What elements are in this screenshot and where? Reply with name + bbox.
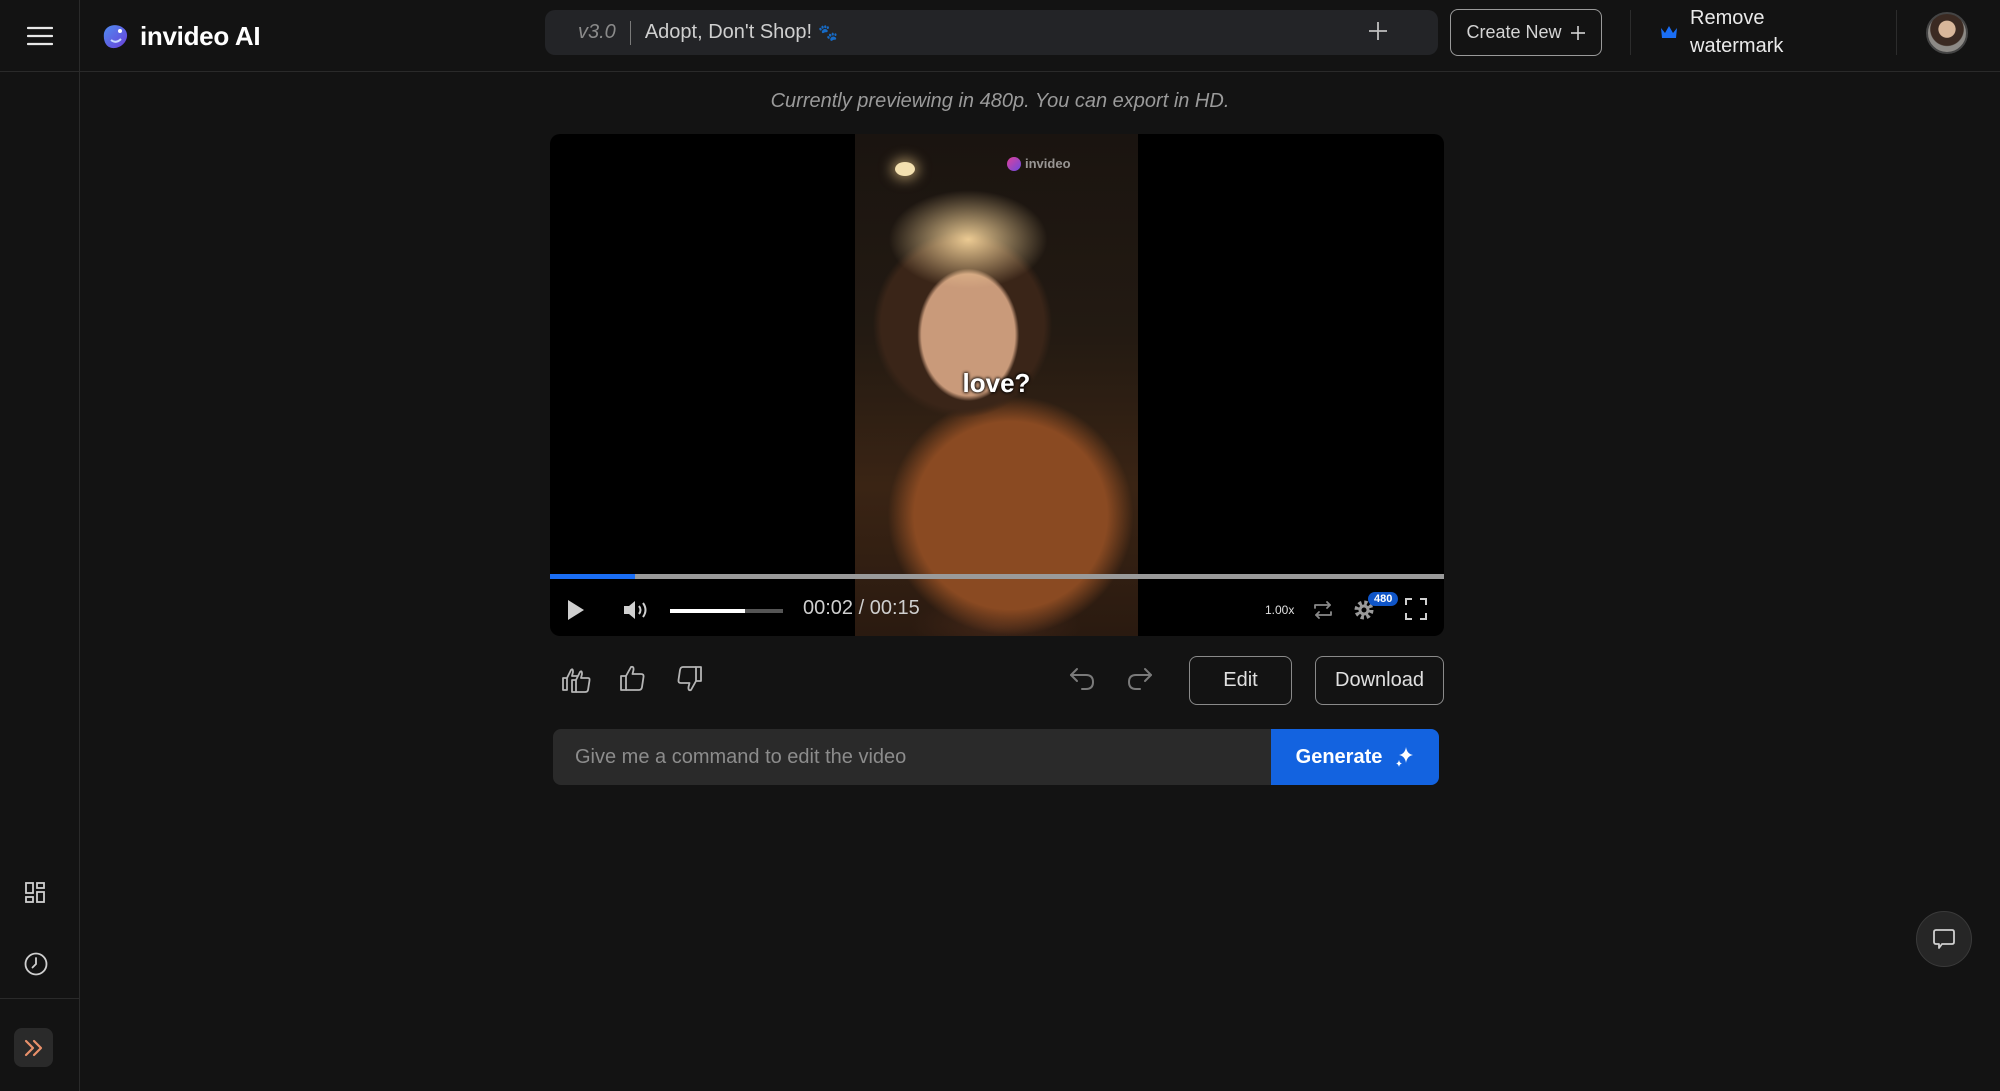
remove-watermark-button[interactable]: Remove watermark <box>1660 4 1800 60</box>
dashboard-button[interactable] <box>20 877 52 914</box>
app-logo[interactable]: invideo AI <box>100 14 261 58</box>
user-avatar[interactable] <box>1926 12 1968 54</box>
fullscreen-icon <box>1405 598 1427 620</box>
generate-button[interactable]: Generate <box>1271 729 1439 785</box>
invideo-logo-icon <box>103 25 128 49</box>
remove-watermark-label: Remove watermark <box>1690 7 1784 57</box>
loop-icon <box>1314 601 1332 619</box>
video-player[interactable]: invideo love? 00:02 / 00:15 1.00x 480 <box>550 134 1444 636</box>
expand-sidebar-button[interactable] <box>14 1028 53 1067</box>
playback-speed-button[interactable]: 1.00x <box>1265 603 1294 617</box>
invideo-logo-icon <box>1007 156 1021 171</box>
love-it-button[interactable] <box>560 664 596 701</box>
menu-button[interactable] <box>0 0 80 72</box>
like-button[interactable] <box>618 664 648 699</box>
volume-slider[interactable] <box>670 609 783 613</box>
edit-button[interactable]: Edit <box>1189 656 1292 705</box>
sidebar-divider <box>0 998 80 999</box>
fullscreen-button[interactable] <box>1405 598 1427 620</box>
mute-button[interactable] <box>622 598 652 622</box>
volume-icon <box>624 601 647 619</box>
command-input[interactable] <box>553 729 1271 785</box>
create-new-button[interactable]: Create New <box>1450 9 1602 56</box>
redo-icon <box>1128 668 1152 690</box>
seek-bar[interactable] <box>550 574 1444 579</box>
volume-level <box>670 609 745 613</box>
app-name: invideo AI <box>140 20 261 51</box>
generate-label: Generate <box>1295 745 1383 768</box>
player-controls: 00:02 / 00:15 1.00x 480 <box>550 586 1444 636</box>
chat-support-button[interactable] <box>1916 911 1972 967</box>
sidebar <box>0 72 80 1091</box>
double-thumbs-up-icon <box>562 668 591 693</box>
thumbs-down-icon <box>677 666 702 692</box>
crown-icon <box>1661 26 1677 38</box>
top-bar: invideo AI v3.0 Adopt, Don't Shop! 🐾 Cre… <box>0 0 2000 72</box>
time-display: 00:02 / 00:15 <box>803 597 920 619</box>
video-actions: Edit Download <box>550 656 1444 706</box>
seek-bar-progress <box>550 574 635 579</box>
watermark-text: invideo <box>1025 156 1071 171</box>
play-icon <box>568 600 584 620</box>
download-button[interactable]: Download <box>1315 656 1444 705</box>
version-label: v3.0 <box>578 21 616 43</box>
thumbs-up-icon <box>620 665 645 691</box>
background-light <box>895 162 915 176</box>
preview-quality-note: Currently previewing in 480p. You can ex… <box>770 90 1230 112</box>
play-button[interactable] <box>566 598 586 622</box>
paw-prints-icon: 🐾 <box>818 24 838 42</box>
loop-button[interactable] <box>1311 598 1335 622</box>
plus-icon <box>1570 25 1585 40</box>
clock-icon <box>24 952 48 976</box>
video-watermark: invideo <box>1007 156 1071 171</box>
header-divider <box>1896 10 1897 55</box>
add-project-button[interactable] <box>1368 18 1388 46</box>
create-new-label: Create New <box>1466 22 1562 42</box>
project-title-bar[interactable]: v3.0 Adopt, Don't Shop! 🐾 <box>545 10 1438 55</box>
chat-bubble-icon <box>1933 929 1955 949</box>
resolution-badge: 480 <box>1368 592 1399 606</box>
command-bar: Generate <box>553 729 1439 785</box>
history-button[interactable] <box>20 948 52 985</box>
video-frame[interactable]: invideo love? <box>855 134 1138 636</box>
double-chevron-right-icon <box>24 1039 42 1056</box>
hamburger-icon <box>26 26 53 46</box>
plus-icon <box>1369 22 1387 40</box>
header-divider <box>1630 10 1631 55</box>
undo-icon <box>1070 668 1094 690</box>
sparkle-icon <box>1396 747 1414 767</box>
undo-button[interactable] <box>1068 664 1098 699</box>
divider <box>629 20 631 45</box>
video-caption: love? <box>962 368 1031 398</box>
redo-button[interactable] <box>1124 664 1154 699</box>
project-title[interactable]: Adopt, Don't Shop! <box>645 21 812 44</box>
dislike-button[interactable] <box>674 664 704 699</box>
dashboard-icon <box>25 882 45 903</box>
